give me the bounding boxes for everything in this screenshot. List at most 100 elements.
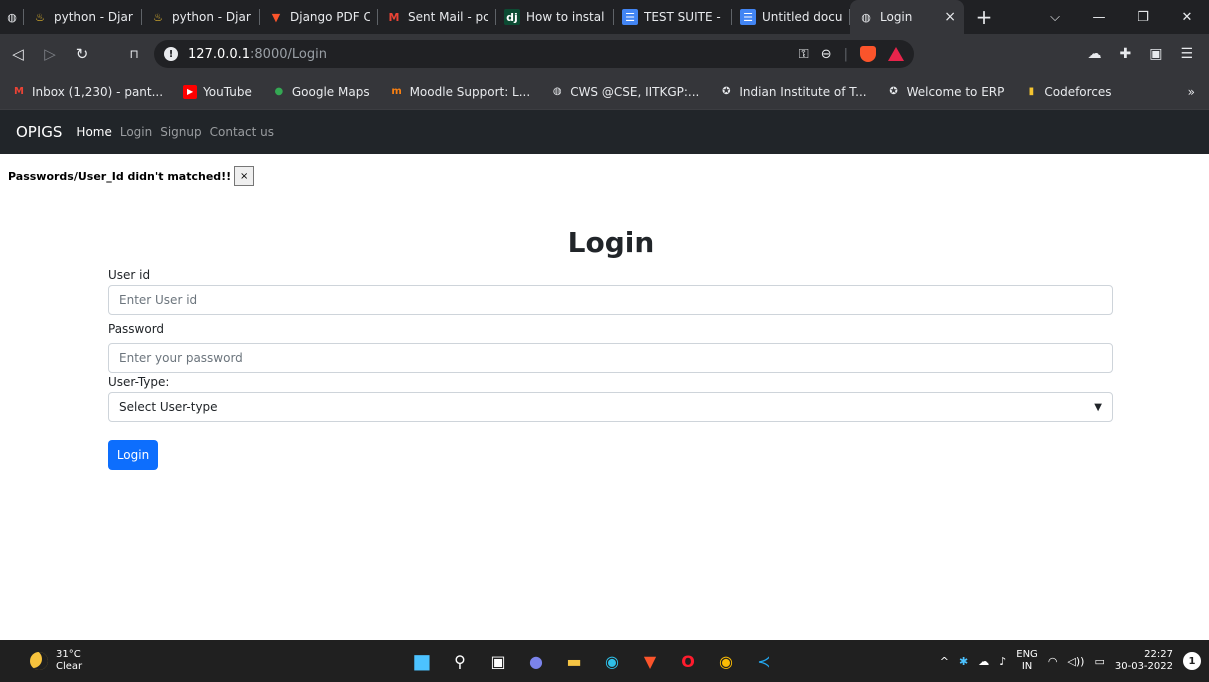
tab-search-menu[interactable]: ◍: [0, 0, 24, 34]
bookmark-label: Welcome to ERP: [906, 84, 1005, 99]
browser-tab[interactable]: ▼ Django PDF C: [260, 0, 378, 34]
bookmark-inbox[interactable]: M Inbox (1,230) - pant...: [12, 85, 163, 99]
battery-icon[interactable]: ▭: [1094, 655, 1104, 668]
close-tab-icon[interactable]: ×: [934, 9, 956, 25]
browser-tab[interactable]: ♨ python - Djar: [142, 0, 260, 34]
nav-signup[interactable]: Signup: [160, 125, 201, 139]
bookmark-cws[interactable]: ◍ CWS @CSE, IITKGP:...: [550, 84, 700, 99]
tab-search-chevron-icon[interactable]: ⌵: [1033, 10, 1077, 25]
wifi-icon[interactable]: ◠: [1048, 655, 1058, 668]
minimize-icon[interactable]: —: [1077, 10, 1121, 25]
address-bar-actions: ⚿ ⊖ |: [799, 46, 904, 62]
bookmark-iit[interactable]: ✪ Indian Institute of T...: [719, 85, 866, 99]
forward-icon[interactable]: ▷: [36, 45, 64, 63]
region-code: IN: [1021, 661, 1033, 672]
nav-contact-us[interactable]: Contact us: [210, 125, 274, 139]
userid-placeholder: Enter User id: [119, 293, 198, 307]
password-input[interactable]: Enter your password: [108, 343, 1113, 373]
back-icon[interactable]: ◁: [4, 45, 32, 63]
extensions-puzzle-icon[interactable]: ✚: [1119, 46, 1131, 62]
nav-home[interactable]: Home: [76, 125, 111, 139]
reload-icon[interactable]: ↻: [68, 45, 96, 63]
browser-tab[interactable]: dj How to instal: [496, 0, 614, 34]
chrome-icon[interactable]: ◉: [714, 649, 738, 673]
iit-logo-icon: ✪: [889, 86, 898, 97]
file-explorer-icon[interactable]: ▬: [562, 649, 586, 673]
tray-overflow-icon[interactable]: ^: [940, 655, 949, 668]
bookmark-label: Moodle Support: L...: [409, 84, 531, 99]
browser-tab-active[interactable]: ◍ Login ×: [850, 0, 964, 34]
bookmark-label: Inbox (1,230) - pant...: [32, 84, 164, 99]
bookmark-codeforces[interactable]: ▮ Codeforces: [1024, 84, 1112, 99]
wallet-icon[interactable]: ▣: [1149, 46, 1162, 62]
tab-title: Untitled docu: [762, 10, 842, 24]
volume-icon[interactable]: ◁)): [1067, 655, 1084, 668]
brave-icon[interactable]: ▼: [638, 649, 662, 673]
globe-icon: ◍: [861, 10, 871, 24]
language-indicator[interactable]: ENG IN: [1016, 649, 1038, 673]
tab-title: Sent Mail - pc: [408, 10, 488, 24]
opera-icon[interactable]: O: [676, 649, 700, 673]
tab-title: How to instal: [526, 10, 605, 24]
browser-tab-strip: ◍ ♨ python - Djar ♨ python - Djar ▼ Djan…: [0, 0, 1209, 34]
nav-login[interactable]: Login: [120, 125, 152, 139]
bookmark-label: CWS @CSE, IITKGP:...: [570, 84, 700, 99]
clock-date: 30-03-2022: [1114, 661, 1173, 672]
close-window-icon[interactable]: ✕: [1165, 10, 1209, 25]
task-view-icon[interactable]: ▣: [486, 649, 510, 673]
bookmark-google-maps[interactable]: ● Google Maps: [272, 85, 369, 99]
extension-icon[interactable]: ☁: [1087, 46, 1101, 62]
restore-icon[interactable]: ❐: [1121, 10, 1165, 25]
moodle-icon: m: [391, 86, 402, 97]
django-icon: dj: [504, 9, 520, 25]
bookmark-page-icon[interactable]: ⊓: [122, 47, 146, 61]
bookmark-label: Codeforces: [1044, 84, 1112, 99]
system-tray: ^ ✱ ☁ ♪ ENG IN ◠ ◁)) ▭ 22:27 30-03-2022 …: [940, 640, 1201, 682]
zoom-icon[interactable]: ⊖: [821, 47, 832, 62]
microphone-icon[interactable]: ♪: [999, 655, 1006, 668]
site-navbar: OPIGS Home Login Signup Contact us: [0, 110, 1209, 154]
usertype-select[interactable]: Select User-type ▼: [108, 392, 1113, 422]
edge-icon[interactable]: ◉: [600, 649, 624, 673]
clock[interactable]: 22:27 30-03-2022: [1115, 649, 1173, 673]
userid-label: User id: [108, 268, 151, 282]
key-icon[interactable]: ⚿: [799, 47, 809, 62]
address-bar[interactable]: ! 127.0.0.1:8000/Login ⚿ ⊖ |: [154, 40, 914, 68]
windows-start-icon[interactable]: ■: [410, 649, 434, 673]
bookmark-moodle[interactable]: m Moodle Support: L...: [390, 84, 531, 99]
taskbar-apps: ■ ⚲ ▣ ● ▬ ◉ ▼ O ◉ ≺: [410, 640, 776, 682]
page-title: Login: [567, 226, 655, 259]
notifications-badge[interactable]: 1: [1183, 652, 1201, 670]
password-label: Password: [108, 322, 165, 336]
userid-input[interactable]: Enter User id: [108, 285, 1113, 315]
divider: |: [843, 46, 848, 62]
tab-title: Login: [880, 10, 913, 24]
bookmark-youtube[interactable]: ▶ YouTube: [183, 84, 252, 99]
network-alert-icon[interactable]: ☁: [978, 655, 989, 668]
globe-icon: ◍: [7, 10, 17, 24]
bluetooth-icon[interactable]: ✱: [959, 655, 968, 668]
python-icon: ♨: [153, 10, 163, 24]
vscode-icon[interactable]: ≺: [752, 649, 776, 673]
alert-message: Passwords/User_Id didn't matched!!: [8, 169, 232, 183]
new-tab-button[interactable]: +: [972, 5, 996, 29]
browser-tab[interactable]: ♨ python - Djar: [24, 0, 142, 34]
browser-tab[interactable]: ☰ Untitled docu: [732, 0, 850, 34]
site-info-icon[interactable]: !: [164, 47, 178, 61]
site-brand[interactable]: OPIGS: [16, 123, 62, 141]
brave-shields-icon[interactable]: [860, 46, 876, 62]
menu-icon[interactable]: ☰: [1180, 46, 1193, 62]
bookmark-erp[interactable]: ✪ Welcome to ERP: [887, 84, 1005, 99]
chat-icon[interactable]: ●: [524, 649, 548, 673]
login-submit-button[interactable]: Login: [108, 440, 158, 470]
bookmarks-bar: M Inbox (1,230) - pant... ▶ YouTube ● Go…: [0, 74, 1209, 110]
alert-close-button[interactable]: ×: [234, 166, 255, 186]
brave-rewards-icon[interactable]: [888, 47, 904, 61]
weather-widget[interactable]: 31°C Clear: [30, 649, 82, 673]
bookmark-label: Indian Institute of T...: [739, 84, 867, 99]
browser-tab[interactable]: ☰ TEST SUITE -: [614, 0, 732, 34]
more-bookmarks-icon[interactable]: »: [1188, 85, 1195, 99]
moon-icon: [30, 652, 48, 670]
browser-tab[interactable]: M Sent Mail - pc: [378, 0, 496, 34]
search-icon[interactable]: ⚲: [448, 649, 472, 673]
